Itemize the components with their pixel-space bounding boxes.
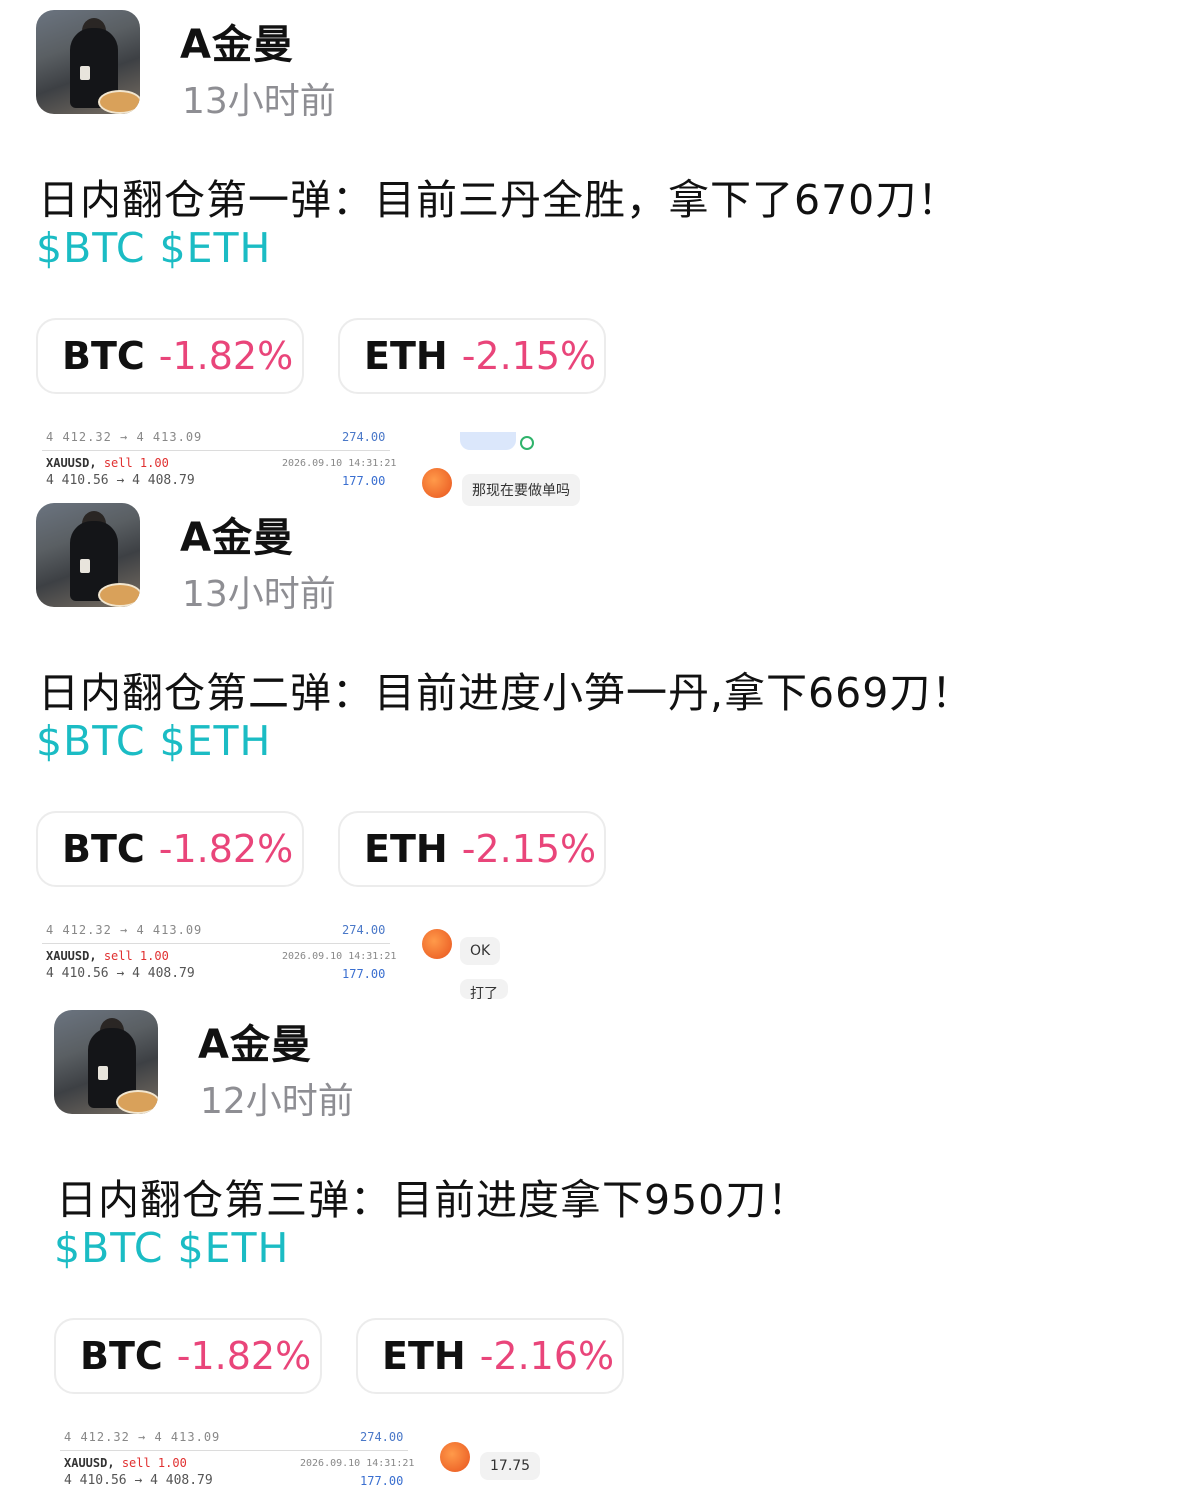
tag-btc[interactable]: $BTC [54,1224,163,1272]
chip-change: -1.82% [158,334,294,378]
cropped-price-text: 4 412.32 → 4 413.09 [46,925,203,937]
chip-symbol: ETH [382,1334,466,1378]
cropped-price-text: 4 412.32 → 4 413.09 [46,432,203,444]
chip-symbol: BTC [62,827,145,871]
chat-avatar [440,1442,470,1472]
post-time: 12小时前 [200,1081,354,1122]
post-text: 日内翻仓第一弹：目前三丹全胜，拿下了670刀！ [38,176,960,224]
chat-bubble: 17.75 [480,1452,541,1480]
ticker-chip-eth[interactable]: ETH -2.15% [338,318,606,394]
trade-prices: 4 410.56 → 4 408.79 [46,966,195,981]
trade-prices: 4 410.56 → 4 408.79 [64,1473,213,1488]
ticker-chip-eth[interactable]: ETH -2.16% [356,1318,624,1394]
avatar[interactable] [36,503,140,607]
hashtag-row: $BTC $ETH [54,1224,303,1272]
tag-eth[interactable]: $ETH [177,1224,289,1272]
trade-profit: 177.00 [342,967,386,981]
cropped-profit-text: 274.00 [342,432,386,444]
avatar[interactable] [54,1010,158,1114]
post-time: 13小时前 [182,574,336,615]
read-check-icon [520,436,534,450]
cropped-profit-text: 274.00 [360,1432,404,1444]
chat-bubble: 那现在要做单吗 [462,474,580,506]
tag-eth[interactable]: $ETH [159,717,271,765]
post-text: 日内翻仓第三弹：目前进度拿下950刀！ [56,1176,810,1224]
username[interactable]: A金曼 [180,505,294,563]
trade-date: 2026.09.10 14:31:21 [282,951,397,962]
trade-prices: 4 410.56 → 4 408.79 [46,473,195,488]
cropped-price-text: 4 412.32 → 4 413.09 [64,1432,221,1444]
chip-change: -2.15% [461,334,597,378]
tag-btc[interactable]: $BTC [36,717,145,765]
trade-screenshot[interactable]: 4 412.32 → 4 413.09 274.00 XAUUSD, sell … [36,925,436,995]
chip-symbol: BTC [62,334,145,378]
tag-eth[interactable]: $ETH [159,224,271,272]
ticker-chip-btc[interactable]: BTC -1.82% [54,1318,322,1394]
cropped-profit-text: 274.00 [342,925,386,937]
divider [42,450,390,451]
username[interactable]: A金曼 [198,1012,312,1070]
ticker-chip-eth[interactable]: ETH -2.15% [338,811,606,887]
chip-change: -2.16% [479,1334,615,1378]
trade-profit: 177.00 [360,1474,404,1488]
post-text: 日内翻仓第二弹：目前进度小笋一丹,拿下669刀！ [38,669,974,717]
chip-change: -1.82% [176,1334,312,1378]
chat-bubble-self [460,432,516,450]
chip-symbol: BTC [80,1334,163,1378]
chip-symbol: ETH [364,827,448,871]
trade-pair: XAUUSD, sell 1.00 [46,456,169,470]
username[interactable]: A金曼 [180,12,294,70]
trade-date: 2026.09.10 14:31:21 [282,458,397,469]
chat-avatar [422,468,452,498]
trade-pair: XAUUSD, sell 1.00 [46,949,169,963]
trade-profit: 177.00 [342,474,386,488]
trade-pair: XAUUSD, sell 1.00 [64,1456,187,1470]
ticker-chip-btc[interactable]: BTC -1.82% [36,318,304,394]
post-time: 13小时前 [182,81,336,122]
hashtag-row: $BTC $ETH [36,717,285,765]
divider [42,943,390,944]
hashtag-row: $BTC $ETH [36,224,285,272]
trade-screenshot[interactable]: 4 412.32 → 4 413.09 274.00 XAUUSD, sell … [54,1432,454,1502]
chip-symbol: ETH [364,334,448,378]
avatar[interactable] [36,10,140,114]
chat-avatar [422,929,452,959]
ticker-chip-btc[interactable]: BTC -1.82% [36,811,304,887]
chat-bubble: OK [460,937,501,965]
tag-btc[interactable]: $BTC [36,224,145,272]
chip-change: -1.82% [158,827,294,871]
trade-date: 2026.09.10 14:31:21 [300,1458,415,1469]
divider [60,1450,408,1451]
chat-bubble: 打了 [460,979,508,999]
chip-change: -2.15% [461,827,597,871]
trade-screenshot[interactable]: 4 412.32 → 4 413.09 274.00 XAUUSD, sell … [36,432,436,502]
